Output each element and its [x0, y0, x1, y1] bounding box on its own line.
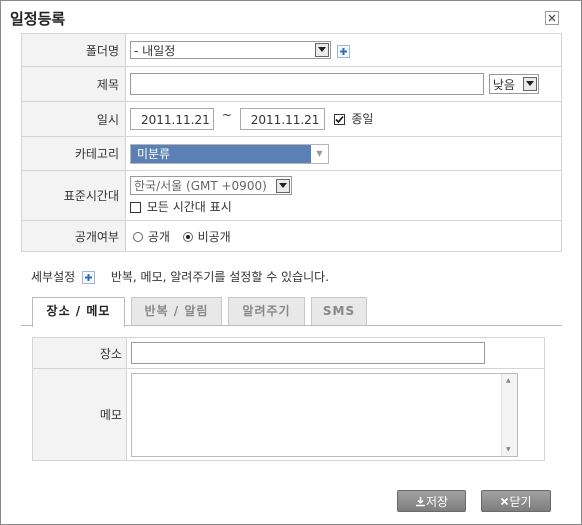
- chevron-down-icon: [315, 43, 329, 57]
- memo-textarea[interactable]: ▲ ▼: [131, 372, 518, 457]
- chevron-down-icon: ▼: [316, 149, 323, 158]
- dialog-title: 일정등록: [10, 10, 66, 28]
- check-icon: [334, 115, 344, 123]
- close-icon[interactable]: [545, 11, 559, 25]
- allday-label: 종일: [351, 111, 374, 126]
- tab-place-memo[interactable]: 장소 / 메모: [32, 297, 125, 327]
- save-button[interactable]: 저장: [397, 490, 466, 512]
- show-all-timezones-checkbox[interactable]: [130, 202, 141, 213]
- close-button[interactable]: 닫기: [481, 490, 551, 512]
- plus-icon: [85, 274, 92, 281]
- folder-select[interactable]: - 내일정: [130, 41, 331, 59]
- detail-settings-label: 세부설정: [31, 270, 76, 284]
- importance-value: 낮음: [492, 77, 515, 92]
- place-label: 장소: [32, 337, 127, 369]
- download-icon: [415, 496, 425, 506]
- category-label: 카테고리: [21, 136, 126, 171]
- public-radio[interactable]: [133, 232, 143, 242]
- visibility-label: 공개여부: [21, 220, 126, 252]
- folder-label: 폴더명: [21, 33, 126, 67]
- end-date-input[interactable]: 2011.11.21: [239, 108, 325, 130]
- save-button-label: 저장: [425, 494, 449, 509]
- place-memo-panel: 장소 메모 ▲ ▼: [32, 337, 545, 461]
- private-label: 비공개: [197, 229, 231, 244]
- folder-select-value: - 내일정: [134, 43, 176, 58]
- public-label: 공개: [147, 229, 170, 244]
- importance-select[interactable]: 낮음: [488, 74, 539, 94]
- memo-scrollbar[interactable]: ▲ ▼: [501, 373, 517, 456]
- expand-details-button[interactable]: [82, 271, 95, 284]
- tab-repeat-alarm[interactable]: 반복 / 알림: [131, 297, 222, 325]
- category-select[interactable]: 미분류 ▼: [130, 143, 329, 164]
- schedule-form: 폴더명 - 내일정 제목 낮음 일시 2011.11.21 ~ 2011.11.…: [21, 33, 562, 252]
- subject-label: 제목: [21, 66, 126, 102]
- tab-sms[interactable]: SMS: [311, 297, 367, 325]
- datetime-label: 일시: [21, 101, 126, 137]
- category-value: 미분류: [131, 144, 311, 163]
- timezone-label: 표준시간대: [21, 170, 126, 221]
- chevron-down-icon: [522, 77, 537, 91]
- chevron-down-icon: [276, 178, 290, 193]
- close-button-label: 닫기: [509, 494, 532, 509]
- timezone-select[interactable]: 한국/서울 (GMT +0900): [130, 176, 292, 195]
- show-all-timezones-label: 모든 시간대 표시: [146, 200, 232, 214]
- scroll-down-icon[interactable]: ▼: [506, 446, 511, 453]
- detail-settings: 세부설정 반복, 메모, 알려주기를 설정할 수 있습니다.: [31, 268, 329, 285]
- tab-notify[interactable]: 알려주기: [228, 297, 305, 325]
- start-date-input[interactable]: 2011.11.21: [130, 108, 214, 130]
- add-folder-button[interactable]: [336, 44, 350, 58]
- subject-input[interactable]: [130, 73, 484, 95]
- allday-checkbox[interactable]: [333, 113, 345, 125]
- timezone-value: 한국/서울 (GMT +0900): [134, 179, 267, 193]
- date-separator: ~: [221, 108, 232, 122]
- private-radio[interactable]: [182, 232, 193, 242]
- plus-icon: [339, 47, 347, 55]
- x-icon: [501, 497, 509, 505]
- scroll-up-icon[interactable]: ▲: [506, 377, 511, 384]
- memo-label: 메모: [32, 368, 127, 461]
- detail-settings-hint: 반복, 메모, 알려주기를 설정할 수 있습니다.: [110, 270, 330, 284]
- place-input[interactable]: [131, 342, 485, 364]
